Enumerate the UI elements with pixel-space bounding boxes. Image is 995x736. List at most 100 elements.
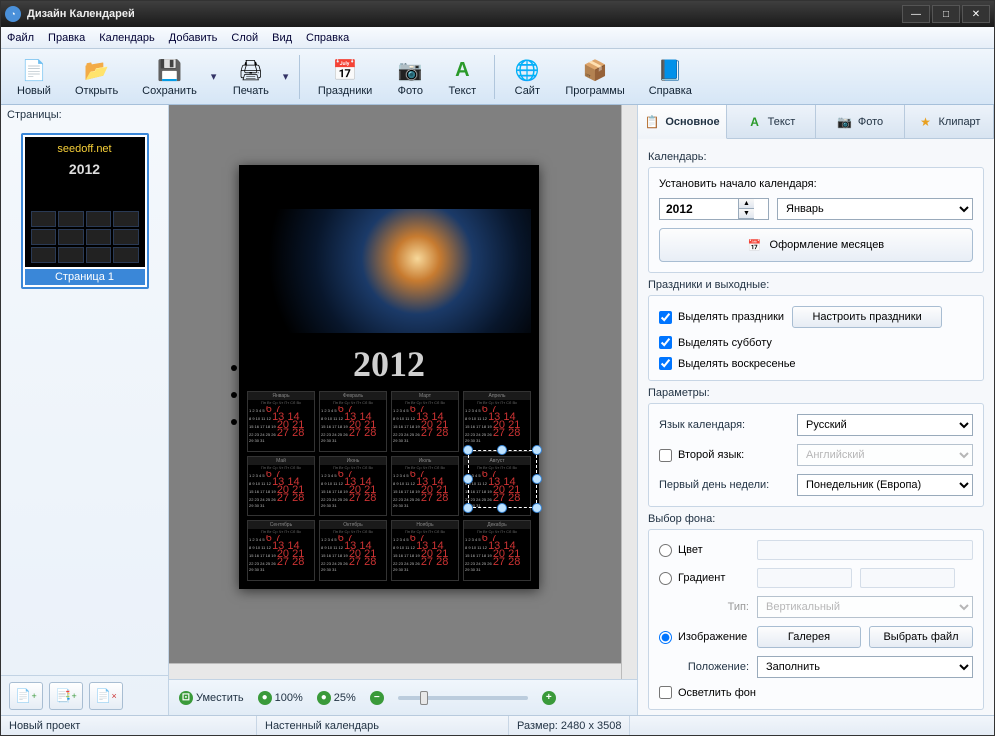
month-cell[interactable]: АпрельПн Вт Ср Чт Пт Сб Вс 1 2 3 4 5 6 7… xyxy=(463,391,531,452)
language-select[interactable]: Русский xyxy=(797,414,973,436)
color-swatch[interactable] xyxy=(757,540,973,560)
month-cell[interactable]: ФевральПн Вт Ср Чт Пт Сб Вс 1 2 3 4 5 6 … xyxy=(319,391,387,452)
save-icon: 💾 xyxy=(156,56,184,84)
year-up[interactable]: ▲ xyxy=(739,199,754,209)
vertical-scrollbar[interactable] xyxy=(621,105,637,679)
thumb-caption: Страница 1 xyxy=(25,269,145,285)
month-cell[interactable]: МартПн Вт Ср Чт Пт Сб Вс 1 2 3 4 5 6 7 8… xyxy=(391,391,459,452)
zoom-in[interactable]: + xyxy=(542,691,556,705)
toolbar-separator xyxy=(299,55,300,99)
bg-image-radio[interactable]: Изображение xyxy=(659,631,749,644)
minus-icon: − xyxy=(370,691,384,705)
year-input[interactable] xyxy=(660,202,738,216)
programs-icon: 📦 xyxy=(581,56,609,84)
month-cell[interactable]: НоябрьПн Вт Ср Чт Пт Сб Вс 1 2 3 4 5 6 7… xyxy=(391,520,459,581)
text-icon: A xyxy=(448,56,476,84)
gradient-swatch-2[interactable] xyxy=(860,568,955,588)
lighten-bg-checkbox[interactable]: Осветлить фон xyxy=(659,686,756,699)
add-page-button[interactable]: 📄+ xyxy=(9,682,43,710)
gradient-type-select: Вертикальный xyxy=(757,596,973,618)
toolbar-holidays[interactable]: 📅Праздники xyxy=(308,52,382,102)
status-size: Размер: 2480 x 3508 xyxy=(509,716,630,735)
gallery-button[interactable]: Галерея xyxy=(757,626,861,648)
tab-main[interactable]: 📋Основное xyxy=(638,105,727,139)
month-cell[interactable]: ИюльПн Вт Ср Чт Пт Сб Вс 1 2 3 4 5 6 7 8… xyxy=(391,456,459,517)
zoom-out[interactable]: − xyxy=(370,691,384,705)
ruler-handles[interactable] xyxy=(231,365,239,425)
bg-position-select[interactable]: Заполнить xyxy=(757,656,973,678)
zoom-fit[interactable]: ⊡Уместить xyxy=(179,691,244,705)
save-dropdown[interactable]: ▾ xyxy=(211,70,219,83)
month-cell[interactable]: ОктябрьПн Вт Ср Чт Пт Сб Вс 1 2 3 4 5 6 … xyxy=(319,520,387,581)
highlight-saturday-checkbox[interactable]: Выделять субботу xyxy=(659,336,772,349)
zoom-slider-knob[interactable] xyxy=(420,691,428,705)
holidays-group: Выделять праздники Настроить праздники В… xyxy=(648,295,984,381)
highlight-sunday-checkbox[interactable]: Выделять воскресенье xyxy=(659,357,796,370)
toolbar-help[interactable]: 📘Справка xyxy=(639,52,702,102)
month-cell[interactable]: СентябрьПн Вт Ср Чт Пт Сб Вс 1 2 3 4 5 6… xyxy=(247,520,315,581)
bg-gradient-radio[interactable]: Градиент xyxy=(659,572,749,585)
menu-view[interactable]: Вид xyxy=(272,32,292,44)
firstday-select[interactable]: Понедельник (Европа) xyxy=(797,474,973,496)
app-icon: ◔ xyxy=(5,6,21,22)
month-cell[interactable]: ДекабрьПн Вт Ср Чт Пт Сб Вс 1 2 3 4 5 6 … xyxy=(463,520,531,581)
gradient-swatch-1[interactable] xyxy=(757,568,852,588)
config-holidays-button[interactable]: Настроить праздники xyxy=(792,306,942,328)
main-tab-icon: 📋 xyxy=(644,114,660,130)
page-thumbnail[interactable]: seedoff.net 2012 Страница 1 xyxy=(21,133,149,289)
zoom-25[interactable]: ●25% xyxy=(317,691,356,705)
second-language-checkbox[interactable]: Второй язык: xyxy=(659,449,789,462)
menu-edit[interactable]: Правка xyxy=(48,32,85,44)
zoom-slider[interactable] xyxy=(398,696,528,700)
month-cell[interactable]: ЯнварьПн Вт Ср Чт Пт Сб Вс 1 2 3 4 5 6 7… xyxy=(247,391,315,452)
bg-color-radio[interactable]: Цвет xyxy=(659,544,749,557)
canvas-viewport[interactable]: 2012 ЯнварьПн Вт Ср Чт Пт Сб Вс 1 2 3 4 … xyxy=(169,105,637,679)
month-cell[interactable]: ИюньПн Вт Ср Чт Пт Сб Вс 1 2 3 4 5 6 7 8… xyxy=(319,456,387,517)
thumb-watermark: seedoff.net xyxy=(25,143,145,155)
minimize-button[interactable]: — xyxy=(902,5,930,23)
pages-tools: 📄+ 📑+ 📄× xyxy=(1,675,168,715)
toolbar-new[interactable]: 📄Новый xyxy=(7,52,61,102)
toolbar-photo[interactable]: 📷Фото xyxy=(386,52,434,102)
zoom-100[interactable]: ●100% xyxy=(258,691,303,705)
delete-page-button[interactable]: 📄× xyxy=(89,682,123,710)
toolbar-site[interactable]: 🌐Сайт xyxy=(503,52,551,102)
calendar-hero-image[interactable] xyxy=(247,209,531,333)
resize-handle[interactable] xyxy=(532,503,542,513)
toolbar-save[interactable]: 💾Сохранить xyxy=(132,52,207,102)
menu-calendar[interactable]: Календарь xyxy=(99,32,155,44)
toolbar-print[interactable]: 🖨Печать xyxy=(223,52,279,102)
toolbar-text[interactable]: AТекст xyxy=(438,52,486,102)
toolbar: 📄Новый 📂Открыть 💾Сохранить ▾ 🖨Печать ▾ 📅Пр… xyxy=(1,49,994,105)
app-window: ◔ Дизайн Календарей — □ ✕ Файл Правка Ка… xyxy=(0,0,995,736)
print-dropdown[interactable]: ▾ xyxy=(283,70,291,83)
tab-photo[interactable]: 📷Фото xyxy=(816,105,905,138)
menu-layer[interactable]: Слой xyxy=(231,32,258,44)
year-spinner[interactable]: ▲▼ xyxy=(659,198,769,220)
toolbar-programs[interactable]: 📦Программы xyxy=(555,52,634,102)
toolbar-open[interactable]: 📂Открыть xyxy=(65,52,128,102)
months-design-button[interactable]: 📅 Оформление месяцев xyxy=(659,228,973,262)
close-button[interactable]: ✕ xyxy=(962,5,990,23)
resize-handle[interactable] xyxy=(532,445,542,455)
maximize-button[interactable]: □ xyxy=(932,5,960,23)
highlight-holidays-checkbox[interactable]: Выделять праздники xyxy=(659,311,784,324)
month-select[interactable]: Январь xyxy=(777,198,973,220)
horizontal-scrollbar[interactable] xyxy=(169,663,621,679)
duplicate-page-button[interactable]: 📑+ xyxy=(49,682,83,710)
month-cell[interactable]: МайПн Вт Ср Чт Пт Сб Вс 1 2 3 4 5 6 7 8 … xyxy=(247,456,315,517)
help-icon: 📘 xyxy=(656,56,684,84)
toolbar-separator xyxy=(494,55,495,99)
menu-file[interactable]: Файл xyxy=(7,32,34,44)
menu-add[interactable]: Добавить xyxy=(169,32,218,44)
calendar-document[interactable]: 2012 ЯнварьПн Вт Ср Чт Пт Сб Вс 1 2 3 4 … xyxy=(239,165,539,589)
thumbnail-preview: seedoff.net 2012 xyxy=(25,137,145,267)
year-down[interactable]: ▼ xyxy=(739,209,754,219)
resize-handle[interactable] xyxy=(532,474,542,484)
choose-file-button[interactable]: Выбрать файл xyxy=(869,626,973,648)
month-cell[interactable]: АвгустПн Вт Ср Чт Пт Сб Вс 1 2 3 4 5 6 7… xyxy=(463,456,531,517)
menu-help[interactable]: Справка xyxy=(306,32,349,44)
tab-clipart[interactable]: ★Клипарт xyxy=(905,105,994,138)
calendar-year-text[interactable]: 2012 xyxy=(239,343,539,385)
tab-text[interactable]: AТекст xyxy=(727,105,816,138)
